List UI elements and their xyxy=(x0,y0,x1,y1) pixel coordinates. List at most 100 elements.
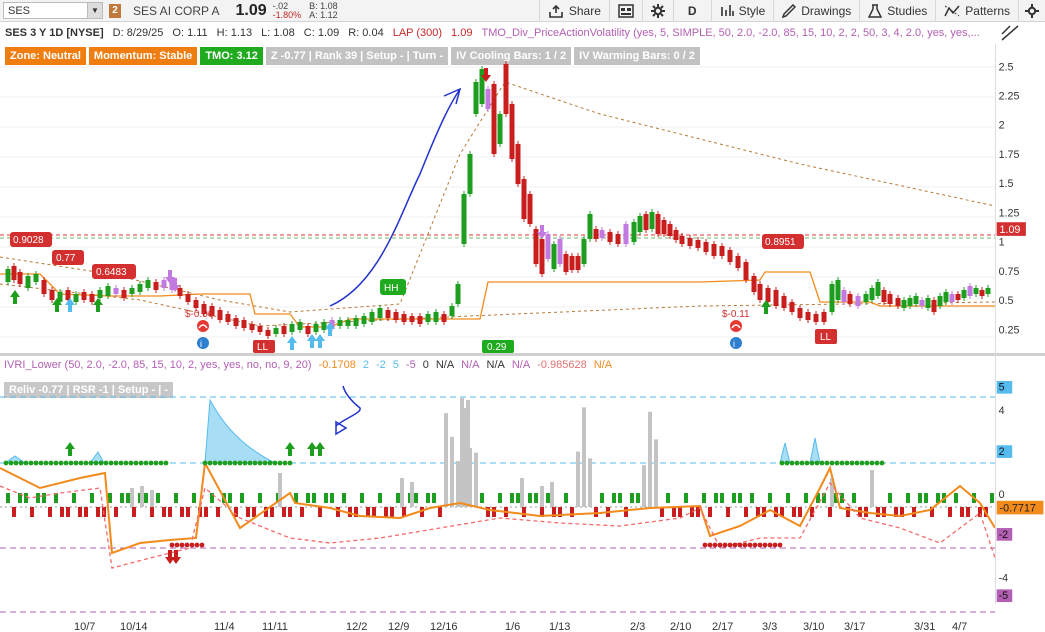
signal-dot xyxy=(184,542,190,548)
info-lap[interactable]: LAP (300) xyxy=(393,27,442,39)
candle-body xyxy=(855,296,861,306)
link-badge[interactable]: 2 xyxy=(109,3,121,18)
pane-divider[interactable] xyxy=(0,353,1045,356)
low-bubble: 0.29 xyxy=(482,340,514,353)
signal-dot xyxy=(227,460,233,466)
candle-body xyxy=(913,296,919,304)
phone-icon[interactable] xyxy=(197,320,209,332)
studies-label: Studies xyxy=(887,3,928,18)
change-percent: -1.80% xyxy=(272,9,302,20)
histogram-bar xyxy=(96,507,100,517)
candle-body xyxy=(233,318,239,326)
candle-body xyxy=(249,324,255,330)
histogram-bar xyxy=(342,493,346,503)
histogram-bar xyxy=(666,493,670,503)
signal-dot xyxy=(237,460,243,466)
indicator-axis-label: 5 xyxy=(999,382,1005,394)
style-button[interactable]: Style xyxy=(710,0,774,22)
bulb-icon-2[interactable]: i xyxy=(730,337,742,349)
ll-bubble-2: LL xyxy=(815,329,837,344)
candle-body xyxy=(557,239,563,264)
histogram-bar xyxy=(732,493,736,503)
candle-body xyxy=(289,324,295,332)
candle-body xyxy=(615,234,621,244)
lower-study-name[interactable]: IVRI_Lower (50, 2.0, -2.0, 85, 15, 10, 2… xyxy=(4,359,312,374)
flex-grid-button[interactable] xyxy=(608,0,642,22)
histogram-bar xyxy=(600,493,604,503)
candle-body xyxy=(377,308,383,318)
candle-body xyxy=(789,302,795,312)
patterns-button[interactable]: Patterns xyxy=(935,0,1018,22)
candle-body xyxy=(145,280,151,288)
signal-dot xyxy=(252,460,258,466)
ll-text-1: LL xyxy=(257,342,269,353)
histogram-bar xyxy=(678,507,682,517)
chevron-down-icon[interactable]: ▼ xyxy=(87,3,102,18)
candle-body xyxy=(393,312,399,320)
draw-tool-icon[interactable] xyxy=(1000,24,1020,42)
histogram-bar xyxy=(924,493,928,503)
price-tag: 1.09 xyxy=(996,222,1026,236)
histogram-bar xyxy=(720,493,724,503)
signal-dot xyxy=(194,542,200,548)
candle-body xyxy=(473,82,479,114)
time-axis-label: 2/17 xyxy=(712,621,733,632)
drawings-button[interactable]: Drawings xyxy=(773,0,859,22)
signal-dot xyxy=(128,460,134,466)
lower-val-7: -0.985628 xyxy=(537,359,587,371)
candle-body xyxy=(869,288,875,300)
bid-ask: B: 1.08 A: 1.12 xyxy=(309,1,338,20)
candle-body xyxy=(881,290,887,302)
signal-dot xyxy=(73,460,79,466)
price-axis-label: 0.5 xyxy=(999,295,1014,307)
settings-button[interactable] xyxy=(641,0,673,22)
histogram-bar xyxy=(150,507,154,517)
price-bubble-2: 0.77 xyxy=(52,250,84,265)
candle-body xyxy=(695,240,701,248)
candle-body xyxy=(17,272,23,284)
histogram-bar xyxy=(954,493,958,503)
signal-dot xyxy=(272,460,278,466)
histogram-bar xyxy=(456,460,460,507)
lower-indicator-chart[interactable] xyxy=(0,378,995,618)
lower-value-tag: -0.7717 xyxy=(996,500,1044,514)
candle-body xyxy=(433,312,439,322)
candle-body xyxy=(751,276,757,292)
histogram-bar xyxy=(24,493,28,503)
histogram-bar xyxy=(324,493,328,503)
timeframe-button[interactable]: D xyxy=(672,0,711,22)
signal-dot xyxy=(148,460,154,466)
bulb-icon[interactable]: i xyxy=(197,337,209,349)
more-button[interactable] xyxy=(1018,0,1045,22)
studies-button[interactable]: Studies xyxy=(859,0,935,22)
histogram-bar xyxy=(546,493,550,503)
time-axis-label: 3/17 xyxy=(844,621,865,632)
lower-na-1: N/A xyxy=(435,359,455,371)
histogram-bar xyxy=(270,507,274,517)
lower-val-5: -5 xyxy=(405,359,416,371)
signal-dot xyxy=(232,460,238,466)
candle-body xyxy=(931,300,937,312)
signal-dot xyxy=(834,460,840,466)
histogram-bar xyxy=(726,507,730,517)
histogram-bar xyxy=(126,493,130,503)
candle-body xyxy=(153,282,159,290)
price-axis[interactable]: 2.5 2.25 2 1.75 1.5 1.25 1 0.75 0.5 0.25 5 4 2 0 -2 -4… xyxy=(995,44,1045,604)
histogram-bar xyxy=(594,507,598,517)
histogram-bar xyxy=(966,507,970,517)
histogram-bar xyxy=(708,507,712,517)
histogram-bar xyxy=(60,507,64,517)
symbol-selector[interactable]: SES ▼ xyxy=(3,2,103,19)
candle-body xyxy=(503,64,509,114)
phone-icon-2[interactable] xyxy=(730,320,742,332)
candle-body xyxy=(847,294,853,304)
share-button[interactable]: Share xyxy=(538,0,609,22)
time-axis[interactable]: 10/7 10/14 11/4 11/11 12/2 12/9 12/16 1/6 1/13 2/… xyxy=(0,618,995,632)
histogram-bar xyxy=(180,507,184,517)
top-toolbar: SES ▼ 2 SES AI CORP A 1.09 -.02 -1.80% B… xyxy=(0,0,1045,22)
candle-body xyxy=(225,314,231,322)
price-chart[interactable]: 0.9028 0.77 0.6483 0.8951 LL LL HH 0.29 … xyxy=(0,44,995,353)
signal-dot xyxy=(752,542,758,548)
symbol-text: SES xyxy=(8,4,31,17)
info-study[interactable]: TMO_Div_PriceActionVolatility (yes, 5, S… xyxy=(481,27,979,39)
